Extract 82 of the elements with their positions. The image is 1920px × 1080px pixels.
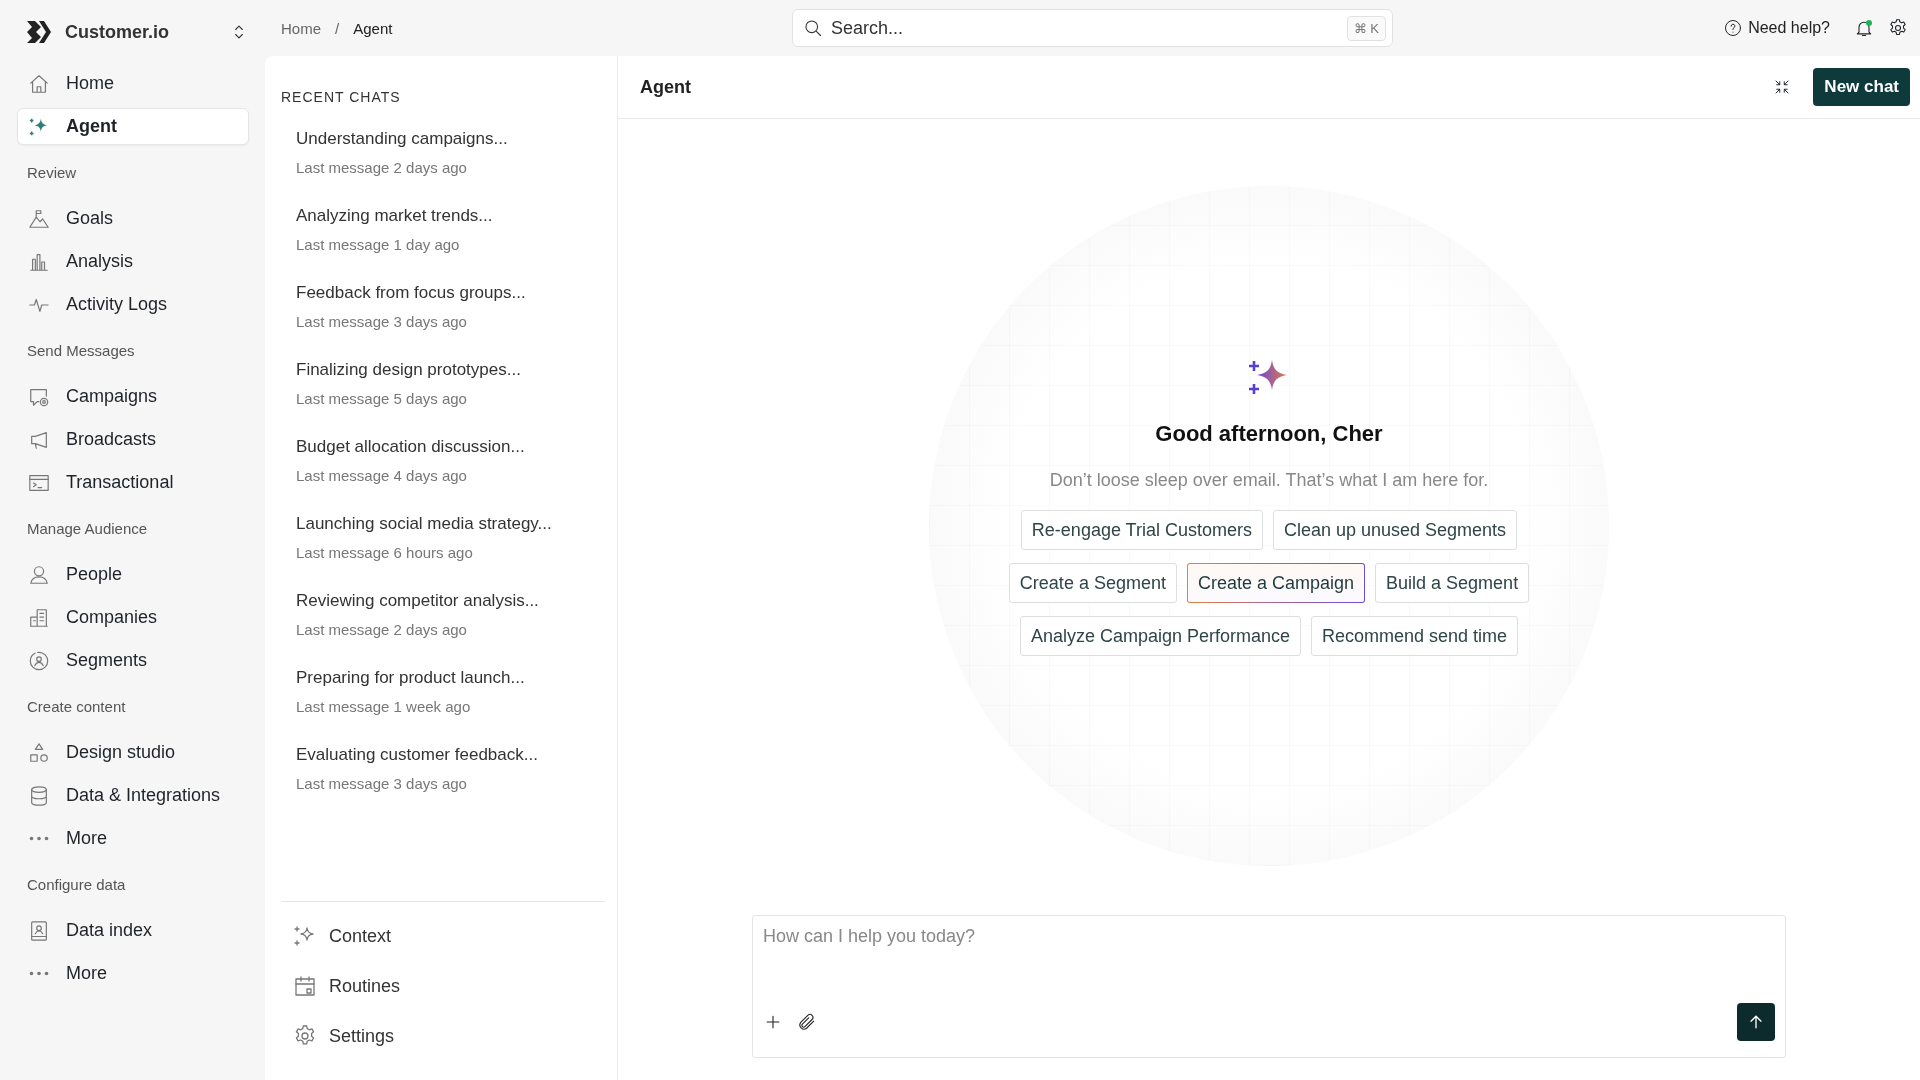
nav-item[interactable]: Home [17,65,249,102]
chat-title[interactable]: Feedback from focus groups... [296,283,526,303]
section-heading: Send Messages [26,342,136,361]
help-link[interactable]: Need help? [1724,19,1830,37]
chat-title[interactable]: Launching social media strategy... [296,514,552,534]
database-icon [28,784,50,807]
nav-item[interactable]: Design studio [17,734,249,771]
footer-link[interactable]: Settings [293,1024,395,1048]
suggestion-chip[interactable]: Recommend send time [1311,616,1519,656]
mountain-flag-icon [28,207,50,230]
chat-title[interactable]: Preparing for product launch... [296,668,525,688]
nav-item[interactable]: Segments [17,642,249,679]
greeting: Good afternoon, Cher [1155,421,1383,447]
footer-link[interactable]: Routines [293,974,401,998]
chat-title[interactable]: Reviewing competitor analysis... [296,591,539,611]
chat-timestamp: Last message 1 week ago [296,698,471,715]
chat-title[interactable]: Evaluating customer feedback... [296,745,538,765]
breadcrumb-separator: / [335,19,340,37]
suggestion-chip[interactable]: Re-engage Trial Customers [1020,510,1263,550]
chat-timestamp: Last message 1 day ago [296,236,460,253]
search-icon [803,18,823,38]
breadcrumb-link[interactable]: Home [281,19,321,37]
home-icon [28,72,50,95]
chat-timestamp: Last message 5 days ago [296,390,467,407]
chat-timestamp: Last message 2 days ago [296,621,467,638]
chat-timestamp: Last message 3 days ago [296,775,467,792]
calendar-icon [293,974,317,998]
suggestion-chip[interactable]: Analyze Campaign Performance [1019,616,1301,656]
chat-title[interactable]: Finalizing design prototypes... [296,360,521,380]
chat-timestamp: Last message 3 days ago [296,313,467,330]
person-circle-icon [28,649,50,672]
dots-icon [28,836,50,841]
question-circle-icon [1724,19,1743,37]
chat-title[interactable]: Budget allocation discussion... [296,437,525,457]
chat-timestamp: Last message 2 days ago [296,159,467,176]
shortcut-hint: ⌘ K [1346,15,1386,41]
dots-icon [28,971,50,976]
subtitle: Don’t loose sleep over email. That’s what I am here for. [1049,470,1489,491]
new-chat-button[interactable]: New chat [1813,68,1910,106]
nav-item[interactable]: Transactional [17,464,249,501]
nav-item[interactable]: People [17,556,249,593]
shapes-icon [28,741,50,764]
chat-timestamp: Last message 4 days ago [296,467,467,484]
suggestion-chip[interactable]: Clean up unused Segments [1272,510,1518,550]
nav-item[interactable]: Analysis [17,243,249,280]
page-title: Agent [640,76,692,98]
search-field[interactable]: Search... ⌘ K [792,9,1393,47]
attach-button[interactable] [797,1012,817,1032]
building-icon [28,606,50,629]
message-composer[interactable]: How can I help you today? [752,915,1786,1058]
suggestion-chip[interactable]: Build a Segment [1375,563,1530,603]
notifications-button[interactable] [1854,18,1874,38]
workspace-name[interactable]: Customer.io [65,21,215,43]
contact-card-icon [28,919,50,942]
nav-item[interactable]: Broadcasts [17,421,249,458]
section-heading: Configure data [26,876,127,895]
nav-item[interactable]: Goals [17,200,249,237]
nav-item[interactable]: More [17,955,249,992]
person-icon [28,563,50,586]
chat-title[interactable]: Understanding campaigns... [296,129,508,149]
nav-item[interactable]: Data & Integrations [17,777,249,814]
nav-item[interactable]: Data index [17,912,249,949]
send-button[interactable] [1737,1003,1775,1041]
logo-icon [27,21,51,43]
nav-item[interactable]: Activity Logs [17,286,249,323]
suggestion-chip[interactable]: Create a Segment [1008,563,1177,603]
section-heading: Review [26,164,78,183]
breadcrumb-current: Agent [353,19,393,37]
footer-link[interactable]: Context [293,924,392,948]
paperclip-icon [797,1012,817,1032]
chat-title[interactable]: Analyzing market trends... [296,206,493,226]
chat-timestamp: Last message 6 hours ago [296,544,473,561]
section-title: RECENT CHATS [281,89,401,105]
nav-item[interactable]: More [17,820,249,857]
section-heading: Create content [26,698,127,717]
settings-icon [1888,18,1908,38]
nav-item[interactable]: Campaigns [17,378,249,415]
suggestion-chip[interactable]: Create a Campaign [1186,563,1366,603]
section-heading: Manage Audience [26,520,149,539]
nav-item[interactable]: Companies [17,599,249,636]
settings-button[interactable] [1888,18,1908,38]
nav-item[interactable]: Agent [17,108,249,145]
